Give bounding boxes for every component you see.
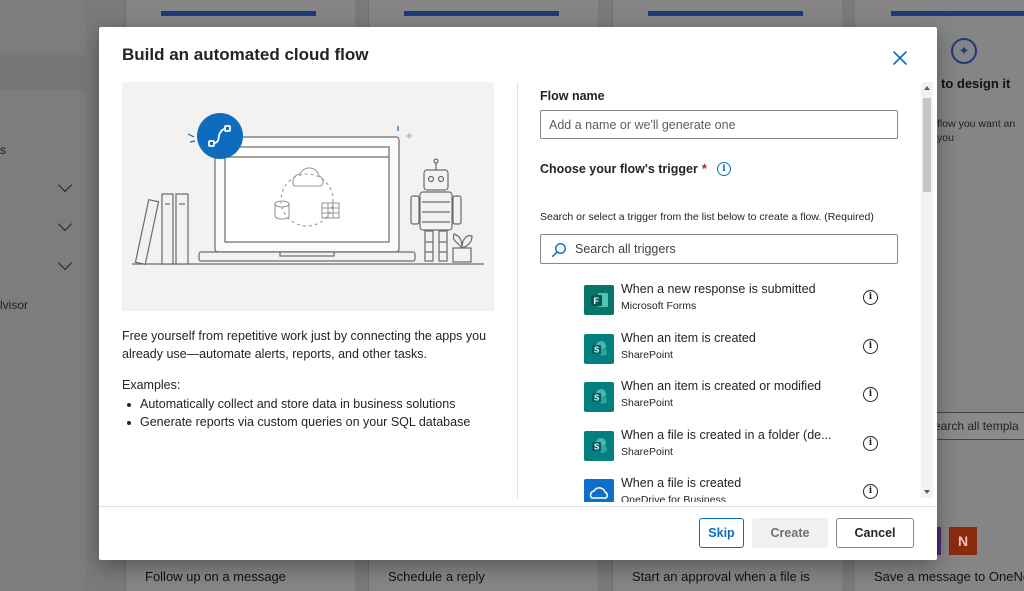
info-icon[interactable]: i <box>863 484 878 499</box>
svg-text:S: S <box>594 345 600 354</box>
trigger-search-input[interactable] <box>575 235 893 263</box>
card-accent-bar <box>891 11 1024 16</box>
trigger-help-text: Search or select a trigger from the list… <box>540 211 874 223</box>
trigger-name: When a new response is submitted <box>621 282 816 296</box>
cancel-button[interactable]: Cancel <box>836 518 914 548</box>
info-icon[interactable]: i <box>863 387 878 402</box>
build-automated-flow-dialog: Build an automated cloud flow + Free you… <box>99 27 937 560</box>
trigger-item[interactable]: When a file is created OneDrive for Busi… <box>584 476 884 502</box>
trigger-connector: Microsoft Forms <box>621 300 697 312</box>
trigger-label-row: Choose your flow's trigger * i <box>540 161 731 176</box>
card-title: Save a message to OneNo <box>874 569 1024 584</box>
chevron-down-icon[interactable] <box>57 177 73 193</box>
search-icon <box>552 242 567 257</box>
trigger-search-box[interactable] <box>540 234 898 264</box>
create-button[interactable]: Create <box>752 518 828 548</box>
card-title: Schedule a reply <box>388 569 485 584</box>
svg-text:F: F <box>594 296 600 306</box>
trigger-label: Choose your flow's trigger <box>540 161 698 176</box>
trigger-item[interactable]: S When an item is created or modified Sh… <box>584 379 884 428</box>
card-accent-bar <box>648 11 803 16</box>
dialog-intro-text: Free yourself from repetitive work just … <box>122 329 487 361</box>
close-icon <box>893 51 907 65</box>
info-icon[interactable]: i <box>863 435 878 451</box>
trigger-item[interactable]: S When an item is created SharePoint i <box>584 331 884 380</box>
trigger-list: F When a new response is submitted Micro… <box>584 282 884 502</box>
chevron-down-icon[interactable] <box>57 255 73 271</box>
trigger-name: When a file is created in a folder (de..… <box>621 427 832 442</box>
card-title: Follow up on a message <box>145 569 286 584</box>
pane-divider <box>517 82 518 498</box>
card-accent-bar <box>161 11 316 16</box>
scrollbar-thumb[interactable] <box>923 98 931 192</box>
trigger-connector: SharePoint <box>621 397 673 409</box>
pane-scrollbar[interactable] <box>921 82 933 498</box>
chevron-down-icon[interactable] <box>57 216 73 232</box>
info-icon[interactable]: i <box>863 338 878 354</box>
trigger-name: When a file is created <box>621 476 742 490</box>
template-search-input[interactable]: earch all templa <box>925 412 1024 440</box>
examples-list: Automatically collect and store data in … <box>122 396 502 431</box>
sharepoint-icon: S <box>584 333 614 364</box>
onedrive-icon <box>584 479 614 502</box>
dialog-title: Build an automated cloud flow <box>122 45 369 64</box>
required-asterisk: * <box>701 161 707 176</box>
onenote-icon: N <box>949 527 977 555</box>
trigger-connector: SharePoint <box>621 445 673 458</box>
trigger-item[interactable]: S When a file is created in a folder (de… <box>584 428 884 477</box>
trigger-name: When an item is created <box>621 330 756 345</box>
info-icon[interactable]: i <box>863 290 878 305</box>
svg-text:+: + <box>405 131 413 142</box>
nav-selected-strip <box>0 55 86 90</box>
footer-divider <box>99 506 937 507</box>
skip-button[interactable]: Skip <box>699 518 744 548</box>
flow-name-label: Flow name <box>540 89 605 103</box>
example-item: Generate reports via custom queries on y… <box>122 414 502 432</box>
sharepoint-icon: S <box>584 430 614 461</box>
automation-illustration: + <box>122 82 494 311</box>
sparkle-icon: ✦ <box>951 38 977 64</box>
info-icon[interactable]: i <box>716 161 731 176</box>
trigger-connector: OneDrive for Business <box>621 494 727 502</box>
nav-item-label[interactable]: s <box>0 143 6 157</box>
scroll-up-icon[interactable] <box>924 86 930 90</box>
card-accent-bar <box>404 11 559 16</box>
design-option-title: to design it <box>941 76 1011 91</box>
svg-text:S: S <box>594 394 600 403</box>
flow-config-pane: Flow name Choose your flow's trigger * i… <box>540 82 920 502</box>
card-title: Start an approval when a file is <box>632 569 810 584</box>
nav-item-label[interactable]: lvisor <box>0 298 28 312</box>
sharepoint-icon: S <box>584 382 614 412</box>
close-button[interactable] <box>891 49 909 67</box>
design-option-desc: flow you want an you <box>937 118 1016 144</box>
microsoft-forms-icon: F <box>584 285 614 315</box>
example-item: Automatically collect and store data in … <box>122 396 502 414</box>
svg-text:S: S <box>594 442 600 451</box>
flow-name-input[interactable] <box>540 110 898 139</box>
trigger-name: When an item is created or modified <box>621 379 822 393</box>
left-navigation: s lvisor <box>0 0 86 591</box>
laptop-robot-illustration: + <box>132 113 484 266</box>
trigger-item[interactable]: F When a new response is submitted Micro… <box>584 282 884 331</box>
examples-heading: Examples: <box>122 378 181 392</box>
trigger-connector: SharePoint <box>621 348 673 361</box>
scroll-down-icon[interactable] <box>924 490 930 494</box>
